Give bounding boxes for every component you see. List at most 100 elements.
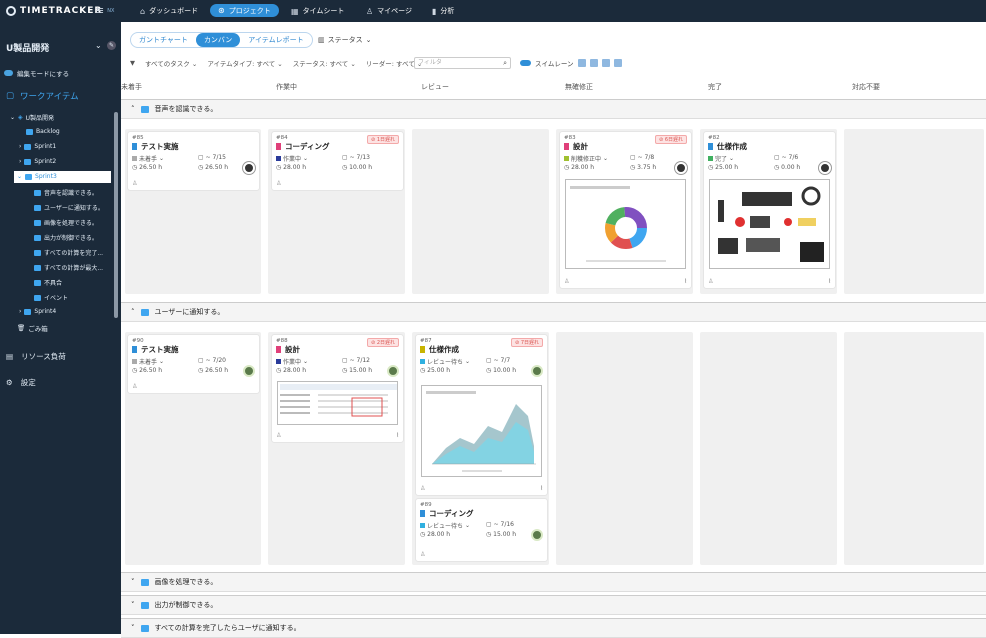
avatar[interactable]	[387, 365, 399, 377]
attachment-thumbnail[interactable]	[565, 179, 686, 269]
tab-item-report[interactable]: アイテムレポート	[240, 33, 311, 47]
paperclip-icon[interactable]: ⌇	[684, 278, 687, 285]
tree-item-sprint4[interactable]: › Sprint4	[19, 308, 56, 315]
folder-icon	[34, 204, 41, 211]
search-placeholder: フィルタ	[418, 59, 442, 66]
card-status[interactable]: 削穫修正中 ⌄	[564, 154, 608, 163]
filter-tasks[interactable]: すべてのタスク ⌄	[145, 58, 197, 68]
settings-view-icon[interactable]	[613, 59, 622, 67]
avatar[interactable]	[531, 529, 543, 541]
image-view-icon[interactable]	[601, 59, 610, 67]
swimlane-header[interactable]: ˅ 画像を処理できる。	[121, 572, 986, 592]
card-title: 設計	[564, 141, 588, 152]
attachment-thumbnail[interactable]	[277, 381, 398, 425]
tree-item-story[interactable]: 画像を処理できる。	[34, 218, 98, 227]
card-status[interactable]: 作業中 ⌄	[276, 154, 308, 163]
sidebar-item-resource[interactable]: ▤ リソース負荷	[6, 351, 66, 362]
tab-kanban[interactable]: カンバン	[195, 33, 241, 47]
card-due: ▢ ~ 7/16	[486, 521, 514, 528]
assignee-icon[interactable]: ♙	[420, 551, 425, 558]
tree-item-sprint2[interactable]: › Sprint2	[19, 158, 56, 165]
table-view-icon[interactable]	[589, 59, 598, 67]
work-item-card[interactable]: #85 テスト実施 未着手 ⌄ ▢ ~ 7/15 ◷ 26.50 h ◷ 26.5…	[128, 132, 259, 190]
attachment-thumbnail[interactable]	[421, 385, 542, 477]
status-select[interactable]: ▥ ステータス ⌄	[318, 35, 372, 45]
resource-label: リソース負荷	[21, 352, 66, 361]
assignee-icon[interactable]: ♙	[420, 485, 425, 492]
tree-item-trash[interactable]: 🗑 ごみ箱	[17, 323, 48, 333]
work-item-card[interactable]: #82 仕様作成 完了 ⌄ ▢ ~ 7/6 ◷ 25.00 h ◷ 0.00 h …	[704, 132, 835, 288]
folder-icon	[140, 601, 149, 609]
assignee-icon[interactable]: ♙	[132, 180, 137, 187]
card-status[interactable]: 未着手 ⌄	[132, 154, 164, 163]
tree-item-story[interactable]: すべての計算を完了...	[34, 248, 103, 257]
tree-item-events[interactable]: イベント	[34, 293, 68, 302]
paperclip-icon[interactable]: ⌇	[828, 278, 831, 285]
avatar[interactable]	[531, 365, 543, 377]
sidebar-item-settings[interactable]: ⚙ 設定	[6, 377, 36, 388]
paperclip-icon[interactable]: ⌇	[396, 432, 399, 439]
attachment-thumbnail[interactable]	[709, 179, 830, 269]
card-remaining: ◷ 10.00 h	[486, 367, 517, 374]
card-estimate: ◷ 25.00 h	[420, 367, 451, 374]
nav-mypage[interactable]: ♙ マイページ	[366, 4, 412, 18]
tree-item-story[interactable]: 音声を認識できる。	[34, 188, 98, 197]
swimlane-title: 画像を処理できる。	[154, 578, 218, 586]
paperclip-icon[interactable]: ⌇	[540, 485, 543, 492]
tree-item-backlog[interactable]: Backlog	[26, 128, 60, 135]
work-item-card[interactable]: #89 コーディング レビュー待ち ⌄ ▢ ~ 7/16 ◷ 28.00 h ◷ …	[416, 499, 547, 561]
assignee-icon[interactable]: ♙	[276, 432, 281, 439]
sidebar-item-work-items[interactable]: ▢ ワークアイテム	[6, 90, 79, 102]
tree-item-story[interactable]: ユーザーに通知する。	[34, 203, 104, 212]
work-item-card[interactable]: #83 ⊘ 6日遅れ 設計 削穫修正中 ⌄ ▢ ~ 7/8 ◷ 28.00 h ◷…	[560, 132, 691, 288]
nav-analysis[interactable]: ▮ 分析	[432, 4, 454, 18]
swimlane-header[interactable]: ˄ 音声を認識できる。	[121, 99, 986, 119]
assignee-icon[interactable]: ♙	[708, 278, 713, 285]
swimlane-header[interactable]: ˄ ユーザーに通知する。	[121, 302, 986, 322]
avatar[interactable]	[243, 365, 255, 377]
nav-dashboard[interactable]: ⌂ ダッシュボード	[140, 4, 198, 18]
home-icon: ⌂	[140, 6, 146, 16]
card-status[interactable]: 未着手 ⌄	[132, 357, 164, 366]
tree-item-story[interactable]: すべての計算が最大...	[34, 263, 103, 272]
tab-gantt[interactable]: ガントチャート	[131, 33, 196, 47]
tree-item-bugs[interactable]: 不具合	[34, 278, 62, 287]
tree-item-sprint3[interactable]: ⌄ Sprint3	[17, 173, 57, 180]
work-item-card[interactable]: #90 テスト実施 未着手 ⌄ ▢ ~ 7/20 ◷ 26.50 h ◷ 26.5…	[128, 335, 259, 393]
edit-mode-toggle[interactable]: 編集モードにする	[4, 68, 69, 78]
card-status[interactable]: レビュー待ち ⌄	[420, 521, 470, 530]
edit-pencil-icon[interactable]: ✎	[107, 41, 116, 50]
swimlane-toggle[interactable]: スイムレーン	[520, 58, 622, 68]
chevron-down-icon[interactable]: ⌄	[95, 41, 102, 50]
card-title-text: 仕様作成	[429, 345, 459, 354]
filter-status[interactable]: ステータス: すべて ⌄	[293, 58, 356, 68]
work-item-card[interactable]: #87 ⊘ 7日遅れ 仕様作成 レビュー待ち ⌄ ▢ ~ 7/7 ◷ 25.00 …	[416, 335, 547, 495]
avatar[interactable]	[675, 162, 687, 174]
card-status[interactable]: 作業中 ⌄	[276, 357, 308, 366]
avatar[interactable]	[243, 162, 255, 174]
filter-search-input[interactable]: フィルタ ⌕	[414, 57, 511, 69]
tree-item-sprint1[interactable]: › Sprint1	[19, 143, 56, 150]
nav-project[interactable]: ⊛ プロジェクト	[210, 4, 279, 17]
nav-timesheet[interactable]: ▦ タイムシート	[291, 4, 344, 18]
card-status[interactable]: 完了 ⌄	[708, 154, 734, 163]
assignee-icon[interactable]: ♙	[564, 278, 569, 285]
tree-item-root[interactable]: ⌄ ◈ U製品開発	[10, 113, 54, 122]
avatar[interactable]	[819, 162, 831, 174]
swimlane-header[interactable]: ˅ すべての計算を完了したらユーザに通知する。	[121, 618, 986, 638]
work-item-card[interactable]: #88 ⊘ 2日遅れ 設計 作業中 ⌄ ▢ ~ 7/12 ◷ 28.00 h ◷ …	[272, 335, 403, 442]
search-icon[interactable]: ⌕	[503, 58, 507, 68]
sidebar-scrollbar[interactable]	[114, 112, 118, 318]
assignee-icon[interactable]: ♙	[132, 383, 137, 390]
column-header: 対応不要	[852, 83, 880, 91]
filter-item-type[interactable]: アイテムタイプ: すべて ⌄	[207, 58, 282, 68]
assignee-icon[interactable]: ♙	[276, 180, 281, 187]
work-item-card[interactable]: #84 ⊘ 1日遅れ コーディング 作業中 ⌄ ▢ ~ 7/13 ◷ 28.00 …	[272, 132, 403, 190]
column-headers: 未着手 作業中 レビュー 無確修正 完了 対応不要	[121, 77, 986, 97]
tree-item-story[interactable]: 出力が制御できる。	[34, 233, 98, 242]
menu-hamburger-icon[interactable]: ≡	[95, 4, 104, 17]
card-status[interactable]: レビュー待ち ⌄	[420, 357, 470, 366]
calendar-view-icon[interactable]	[577, 59, 586, 67]
card-status-text: 作業中	[283, 359, 302, 366]
swimlane-header[interactable]: ˅ 出力が制御できる。	[121, 595, 986, 615]
